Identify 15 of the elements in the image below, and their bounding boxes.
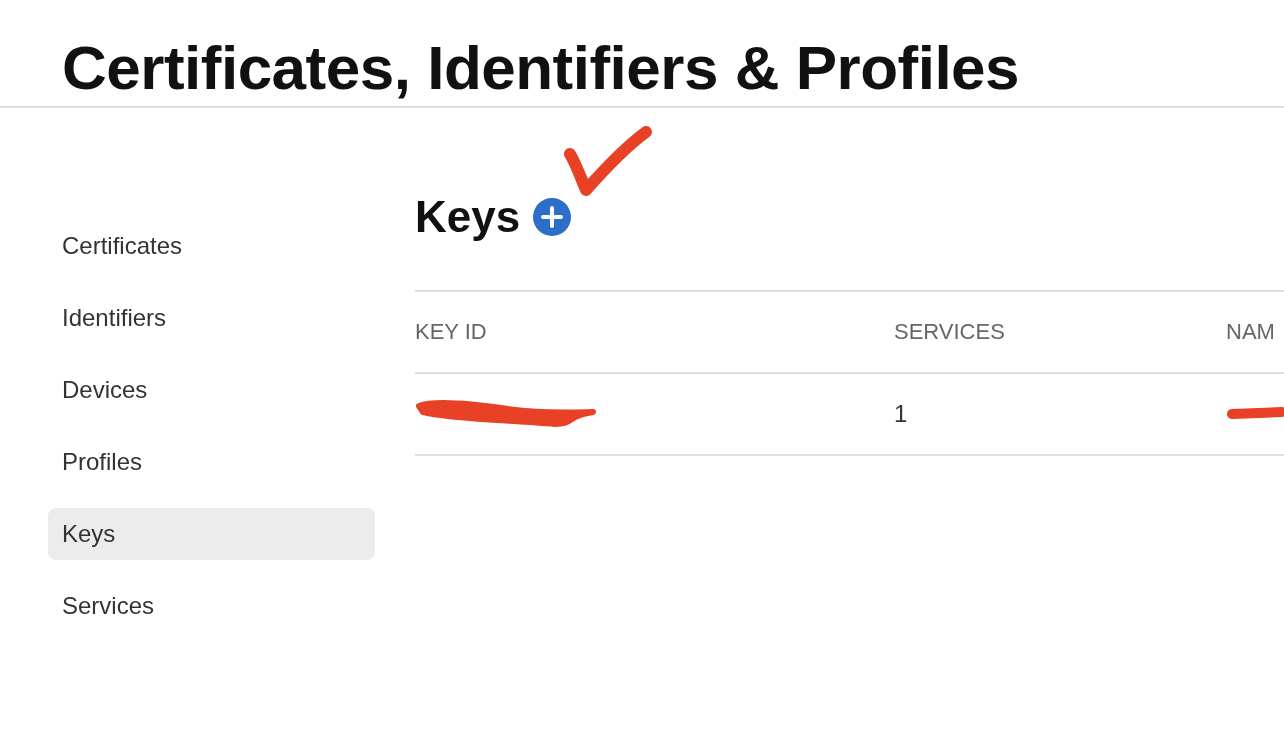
sidebar-item[interactable]: Identifiers [48, 292, 375, 344]
section-title: Keys [415, 192, 521, 242]
sidebar-item[interactable]: Certificates [48, 220, 375, 272]
plus-icon [532, 197, 573, 237]
column-header: KEY ID [415, 319, 487, 344]
column-header: NAM [1226, 319, 1275, 344]
column-header: SERVICES [894, 319, 1005, 344]
table-cell: 1 [894, 400, 908, 427]
add-button[interactable] [532, 197, 573, 237]
sidebar-item[interactable]: Keys [48, 508, 375, 560]
sidebar-item[interactable]: Services [48, 580, 375, 632]
redaction-mark [1226, 407, 1284, 421]
sidebar-item[interactable]: Devices [48, 364, 375, 416]
page-title: Certificates, Identifiers & Profiles [0, 0, 1284, 108]
sidebar-item[interactable]: Profiles [48, 436, 375, 488]
